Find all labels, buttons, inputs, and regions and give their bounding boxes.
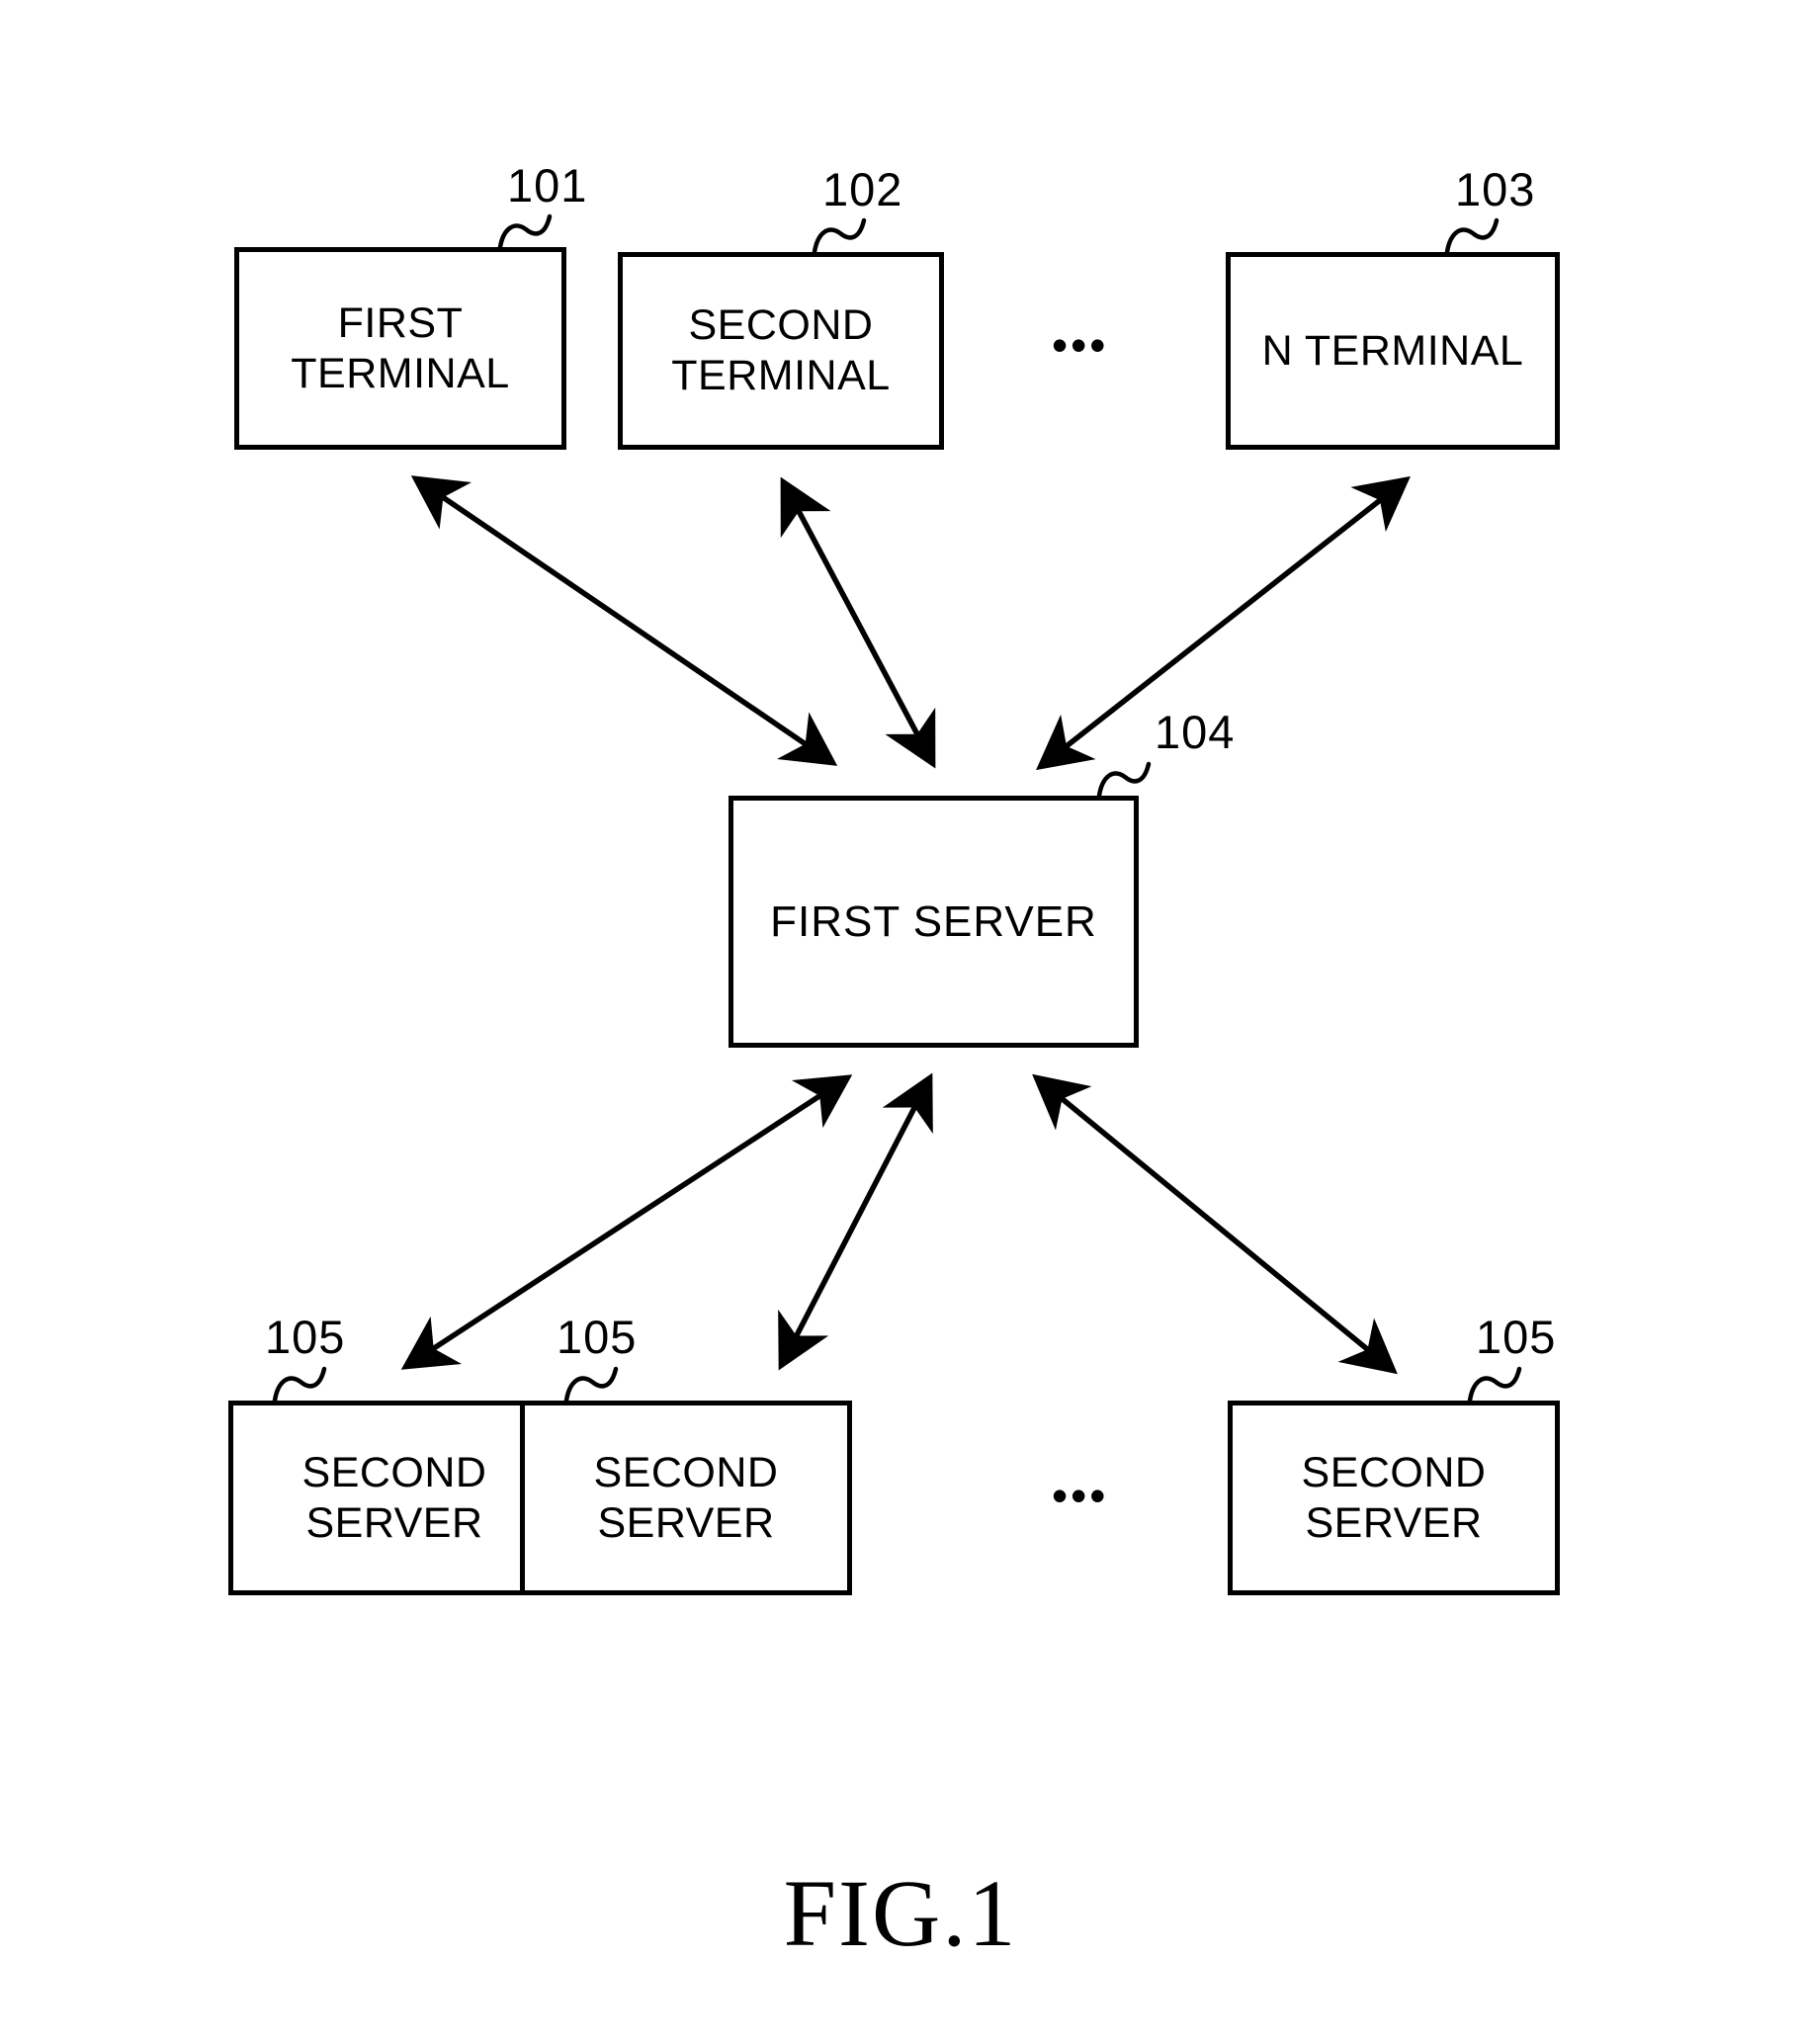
node-second-server-2-label: SECOND SERVER [593, 1448, 779, 1547]
server-row-ellipsis: ••• [1052, 1470, 1109, 1521]
leader-105-3 [1467, 1366, 1522, 1404]
node-second-terminal[interactable]: SECOND TERMINAL [618, 252, 944, 450]
terminal-row-ellipsis: ••• [1052, 319, 1109, 371]
leader-105-2 [563, 1366, 619, 1404]
arrow-first-terminal-to-first-server [410, 475, 838, 766]
ref-numeral-103: 103 [1455, 163, 1536, 215]
node-n-terminal[interactable]: N TERMINAL [1226, 252, 1560, 450]
ref-numeral-102: 102 [822, 163, 903, 215]
ref-numeral-101: 101 [507, 159, 588, 212]
ref-numeral-105-3: 105 [1476, 1311, 1557, 1363]
leader-102 [812, 217, 867, 255]
leader-105-1 [272, 1366, 327, 1404]
node-first-terminal[interactable]: FIRST TERMINAL [234, 247, 566, 450]
node-second-server-3-label: SECOND SERVER [1301, 1448, 1487, 1547]
arrow-first-server-to-second-server-2 [778, 1072, 933, 1371]
node-first-server-label: FIRST SERVER [770, 896, 1097, 946]
leader-104 [1096, 761, 1152, 799]
node-n-terminal-label: N TERMINAL [1261, 326, 1524, 375]
patent-figure: FIRST TERMINAL 101 SECOND TERMINAL 102 •… [0, 0, 1801, 2044]
node-second-server-2[interactable]: SECOND SERVER [520, 1401, 852, 1595]
node-first-server[interactable]: FIRST SERVER [729, 796, 1139, 1048]
ref-numeral-105-2: 105 [557, 1311, 638, 1363]
ref-numeral-104: 104 [1155, 706, 1236, 758]
node-second-server-3[interactable]: SECOND SERVER [1228, 1401, 1560, 1595]
node-second-server-1-label: SECOND SERVER [301, 1448, 487, 1547]
arrow-first-server-to-second-server-3 [1032, 1073, 1398, 1375]
ref-numeral-105-1: 105 [265, 1311, 346, 1363]
node-second-terminal-label: SECOND TERMINAL [671, 301, 891, 399]
leader-101 [497, 213, 553, 250]
leader-103 [1444, 217, 1500, 255]
node-first-terminal-label: FIRST TERMINAL [291, 298, 510, 397]
figure-caption: FIG.1 [783, 1860, 1018, 1966]
arrow-second-terminal-to-first-server [780, 476, 936, 769]
node-second-server-1[interactable]: SECOND SERVER [228, 1401, 560, 1595]
